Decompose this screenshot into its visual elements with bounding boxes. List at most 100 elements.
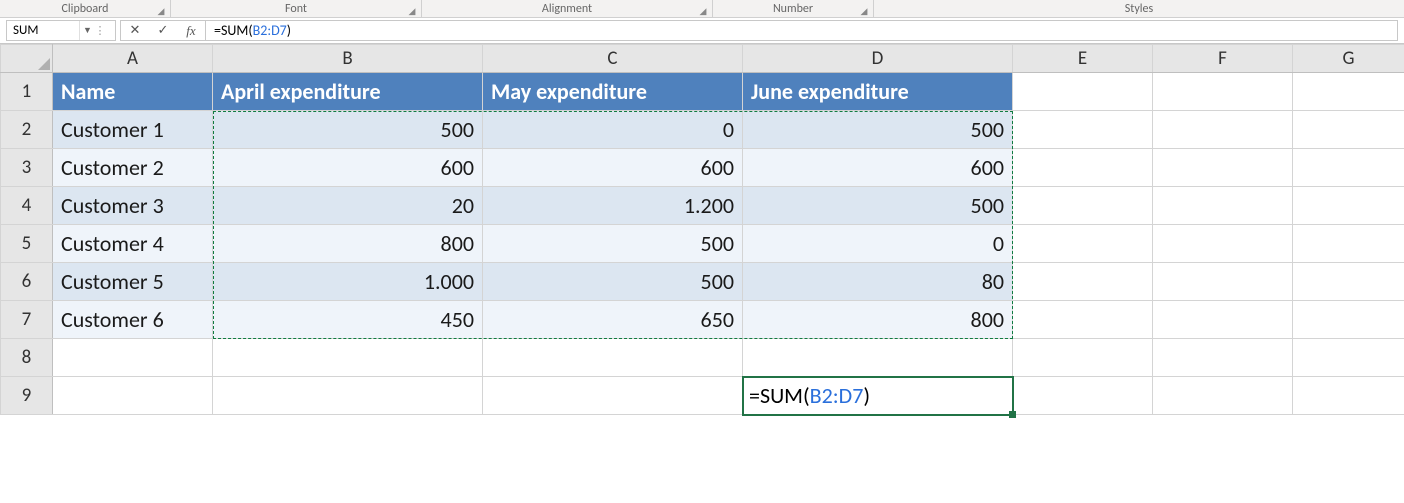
select-all-corner[interactable] <box>1 45 53 73</box>
cell-A1[interactable]: Name <box>53 73 213 111</box>
fx-icon[interactable]: fx <box>177 21 205 40</box>
cell-C6[interactable]: 500 <box>483 263 743 301</box>
cell-G6[interactable] <box>1293 263 1404 301</box>
cell-G1[interactable] <box>1293 73 1404 111</box>
cell-F3[interactable] <box>1153 149 1293 187</box>
cell-F5[interactable] <box>1153 225 1293 263</box>
name-box[interactable]: ▼ ⋮ <box>6 20 116 41</box>
dialog-launcher-icon[interactable]: ◢ <box>407 6 417 16</box>
cell-C7[interactable]: 650 <box>483 301 743 339</box>
cell-B5[interactable]: 800 <box>213 225 483 263</box>
cell-B9[interactable] <box>213 377 483 415</box>
cell-C4[interactable]: 1.200 <box>483 187 743 225</box>
row-header[interactable]: 7 <box>1 301 53 339</box>
cell-C1[interactable]: May expenditure <box>483 73 743 111</box>
cell-G7[interactable] <box>1293 301 1404 339</box>
cell-E9[interactable] <box>1013 377 1153 415</box>
cell-A4[interactable]: Customer 3 <box>53 187 213 225</box>
cell-D9[interactable]: =SUM(B2:D7) <box>743 377 1013 415</box>
cell-C5[interactable]: 500 <box>483 225 743 263</box>
row-header[interactable]: 9 <box>1 377 53 415</box>
cell-B4[interactable]: 20 <box>213 187 483 225</box>
cell-E1[interactable] <box>1013 73 1153 111</box>
cell-G4[interactable] <box>1293 187 1404 225</box>
ribbon-label: Alignment <box>542 2 592 16</box>
more-icon[interactable]: ⋮ <box>95 24 105 37</box>
row-header[interactable]: 5 <box>1 225 53 263</box>
cell-F1[interactable] <box>1153 73 1293 111</box>
ribbon-group-clipboard: Clipboard ◢ <box>0 0 170 17</box>
cell-E5[interactable] <box>1013 225 1153 263</box>
cell-A5[interactable]: Customer 4 <box>53 225 213 263</box>
cell-D3[interactable]: 600 <box>743 149 1013 187</box>
cell-D7[interactable]: 800 <box>743 301 1013 339</box>
cell-G5[interactable] <box>1293 225 1404 263</box>
row-header[interactable]: 1 <box>1 73 53 111</box>
cell-B2[interactable]: 500 <box>213 111 483 149</box>
row-header[interactable]: 3 <box>1 149 53 187</box>
col-header-D[interactable]: D <box>743 45 1013 73</box>
cell-A3[interactable]: Customer 2 <box>53 149 213 187</box>
col-header-A[interactable]: A <box>53 45 213 73</box>
chevron-down-icon[interactable]: ▼ <box>79 21 95 40</box>
dialog-launcher-icon[interactable]: ◢ <box>156 6 166 16</box>
cell-F8[interactable] <box>1153 339 1293 377</box>
cell-G8[interactable] <box>1293 339 1404 377</box>
cell-F7[interactable] <box>1153 301 1293 339</box>
ribbon-group-labels: Clipboard ◢ Font ◢ Alignment ◢ Number ◢ … <box>0 0 1404 18</box>
col-header-F[interactable]: F <box>1153 45 1293 73</box>
row-header[interactable]: 2 <box>1 111 53 149</box>
row-header[interactable]: 4 <box>1 187 53 225</box>
cell-F4[interactable] <box>1153 187 1293 225</box>
col-header-E[interactable]: E <box>1013 45 1153 73</box>
cell-E2[interactable] <box>1013 111 1153 149</box>
dialog-launcher-icon[interactable]: ◢ <box>859 6 869 16</box>
col-header-C[interactable]: C <box>483 45 743 73</box>
cell-D2[interactable]: 500 <box>743 111 1013 149</box>
row-header[interactable]: 6 <box>1 263 53 301</box>
col-header-B[interactable]: B <box>213 45 483 73</box>
cell-C8[interactable] <box>483 339 743 377</box>
cell-D1[interactable]: June expenditure <box>743 73 1013 111</box>
cell-B3[interactable]: 600 <box>213 149 483 187</box>
ribbon-label: Number <box>773 2 813 16</box>
cell-B8[interactable] <box>213 339 483 377</box>
cell-A9[interactable] <box>53 377 213 415</box>
dialog-launcher-icon[interactable]: ◢ <box>698 6 708 16</box>
cell-B1[interactable]: April expenditure <box>213 73 483 111</box>
cell-E8[interactable] <box>1013 339 1153 377</box>
cell-C9[interactable] <box>483 377 743 415</box>
name-box-input[interactable] <box>7 23 79 38</box>
ribbon-label: Clipboard <box>62 2 109 16</box>
cell-A6[interactable]: Customer 5 <box>53 263 213 301</box>
ribbon-group-alignment: Alignment ◢ <box>422 0 712 17</box>
cancel-icon[interactable]: ✕ <box>121 21 149 40</box>
cell-E4[interactable] <box>1013 187 1153 225</box>
col-header-G[interactable]: G <box>1293 45 1404 73</box>
enter-icon[interactable]: ✓ <box>149 21 177 40</box>
cell-F9[interactable] <box>1153 377 1293 415</box>
cell-A2[interactable]: Customer 1 <box>53 111 213 149</box>
cell-C2[interactable]: 0 <box>483 111 743 149</box>
formula-input[interactable]: =SUM(B2:D7) <box>205 20 1398 41</box>
cell-D8[interactable] <box>743 339 1013 377</box>
cell-E3[interactable] <box>1013 149 1153 187</box>
cell-A8[interactable] <box>53 339 213 377</box>
cell-D4[interactable]: 500 <box>743 187 1013 225</box>
cell-G2[interactable] <box>1293 111 1404 149</box>
cell-E7[interactable] <box>1013 301 1153 339</box>
cell-G3[interactable] <box>1293 149 1404 187</box>
cell-F2[interactable] <box>1153 111 1293 149</box>
cell-C3[interactable]: 600 <box>483 149 743 187</box>
cell-B6[interactable]: 1.000 <box>213 263 483 301</box>
cell-E6[interactable] <box>1013 263 1153 301</box>
cell-B7[interactable]: 450 <box>213 301 483 339</box>
cell-D6[interactable]: 80 <box>743 263 1013 301</box>
ribbon-label: Styles <box>1125 2 1153 16</box>
cell-D5[interactable]: 0 <box>743 225 1013 263</box>
cell-G9[interactable] <box>1293 377 1404 415</box>
row-header[interactable]: 8 <box>1 339 53 377</box>
spreadsheet-grid[interactable]: A B C D E F G 1 Name April expenditure M… <box>0 44 1404 415</box>
cell-F6[interactable] <box>1153 263 1293 301</box>
cell-A7[interactable]: Customer 6 <box>53 301 213 339</box>
